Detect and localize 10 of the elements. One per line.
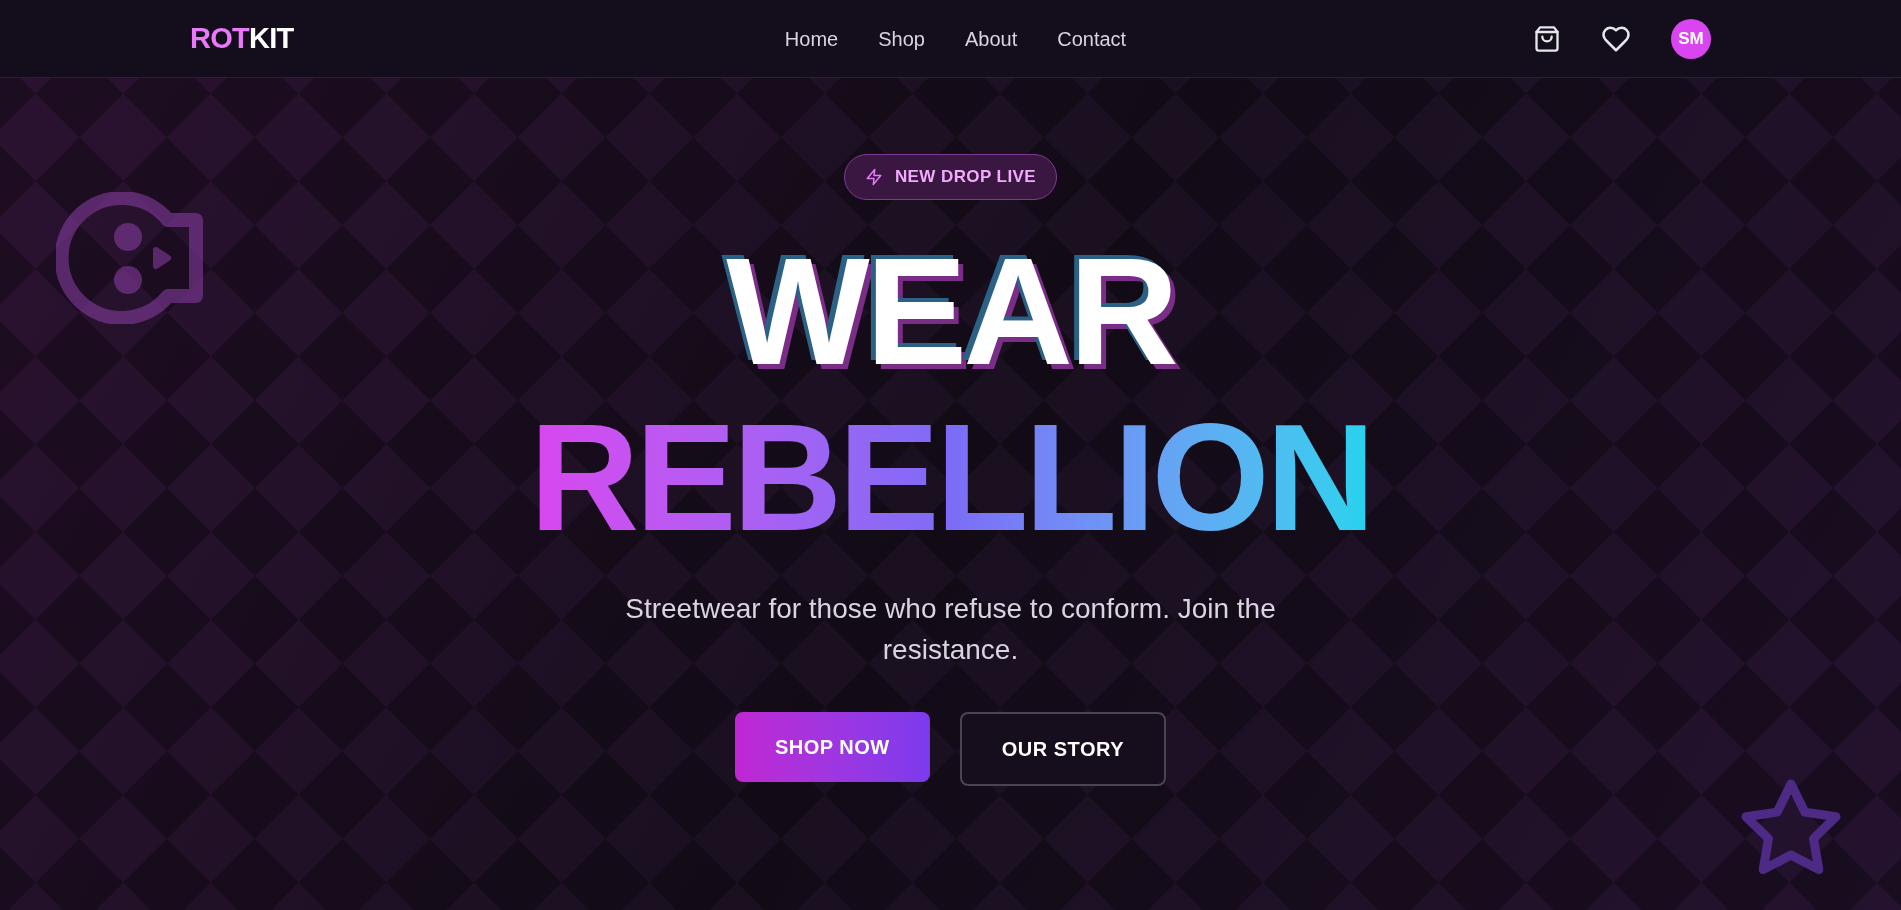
hero-button[interactable]: SHOP NOW xyxy=(734,712,930,782)
hero-button[interactable]: OUR STORY xyxy=(959,712,1166,786)
logo[interactable]: ROTKIT xyxy=(190,16,490,61)
headline: WEAR xyxy=(726,236,1175,386)
nav-link[interactable]: About xyxy=(964,23,1018,54)
nav-link[interactable]: Shop xyxy=(878,23,925,54)
hero-subtitle: Streetwear for those who refuse to conform. Join the resistance. xyxy=(624,592,1277,667)
nav-link[interactable]: Home xyxy=(784,23,839,54)
nav-link[interactable]: Contact xyxy=(1057,23,1127,54)
badge-label: NEW DROP LIVE xyxy=(894,166,1037,189)
